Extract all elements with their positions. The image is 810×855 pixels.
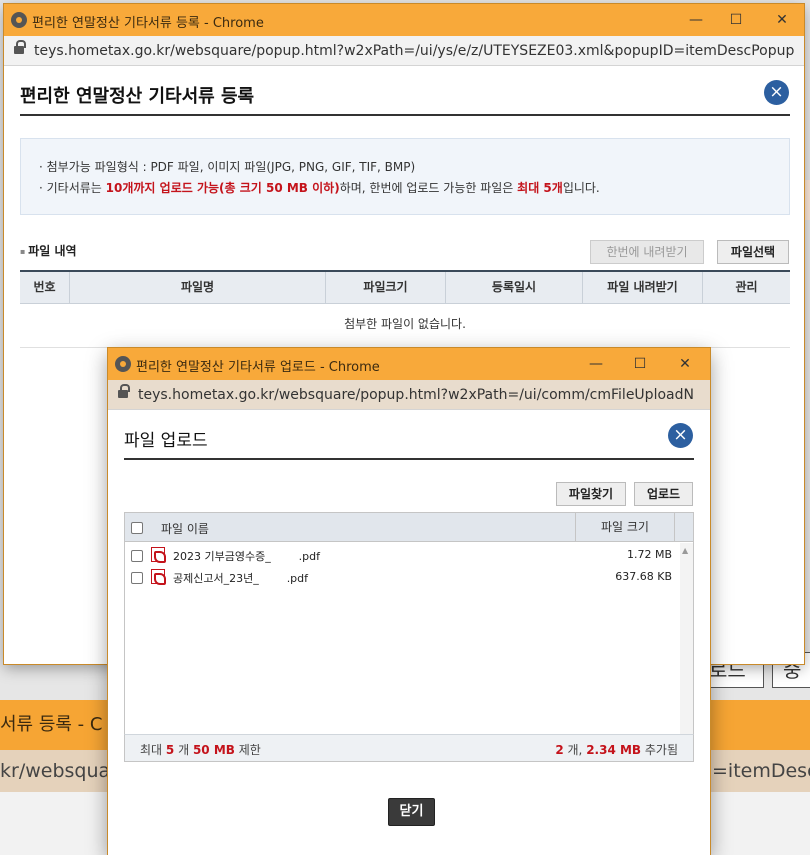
minimize-icon[interactable]: — — [584, 352, 608, 376]
file-size: 1.72 MB — [626, 548, 672, 561]
column-header: 번호 — [20, 272, 70, 303]
file-name: 공제신고서_23년_ .pdf — [173, 572, 309, 585]
page-title: 편리한 연말정산 기타서류 등록 — [20, 86, 255, 107]
upload-summary: 최대 5 개 50 MB 제한 2 개, 2.34 MB 추가됨 — [124, 734, 694, 762]
window-title: 편리한 연말정산 기타서류 등록 - Chrome — [32, 16, 264, 31]
added-summary: 2 개, 2.34 MB 추가됨 — [555, 743, 678, 757]
find-file-button[interactable]: 파일찾기 — [556, 482, 626, 506]
background-url-right: =itemDesc — [712, 760, 810, 782]
chrome-icon — [115, 356, 131, 372]
list-item[interactable]: 2023 기부금영수증_ .pdf 1.72 MB — [125, 545, 680, 567]
select-all-checkbox[interactable] — [131, 522, 143, 534]
section-title: 파일 내역 — [20, 242, 76, 259]
notice-line: · 기타서류는 10개까지 업로드 가능(총 크기 50 MB 이하)하며, 한… — [39, 181, 600, 195]
address-bar[interactable]: teys.hometax.go.kr/websquare/popup.html?… — [4, 36, 804, 66]
column-header: 파일 이름 — [161, 522, 209, 536]
column-header: 파일명 — [70, 272, 326, 303]
title-divider — [20, 114, 790, 116]
window-titlebar[interactable]: 편리한 연말정산 기타서류 업로드 - Chrome — ☐ ✕ — [108, 348, 710, 380]
file-upload-window: 편리한 연말정산 기타서류 업로드 - Chrome — ☐ ✕ teys.ho… — [108, 348, 710, 855]
file-list-header: 파일 이름 파일 크기 — [125, 513, 693, 542]
window-titlebar[interactable]: 편리한 연말정산 기타서류 등록 - Chrome — ☐ ✕ — [4, 4, 804, 36]
close-icon[interactable]: × — [668, 423, 693, 448]
column-header: 파일 내려받기 — [583, 272, 703, 303]
column-header: 파일크기 — [326, 272, 446, 303]
maximize-icon[interactable]: ☐ — [724, 8, 748, 32]
scroll-up-icon[interactable]: ▲ — [682, 546, 688, 555]
background-url-left: kr/websqua — [0, 760, 111, 782]
file-name: 2023 기부금영수증_ .pdf — [173, 550, 321, 563]
address-bar[interactable]: teys.hometax.go.kr/websquare/popup.html?… — [108, 380, 710, 410]
file-size: 637.68 KB — [615, 570, 672, 583]
upload-limit: 최대 5 개 50 MB 제한 — [140, 743, 261, 757]
column-header: 등록일시 — [446, 272, 583, 303]
close-icon[interactable]: ✕ — [770, 8, 794, 32]
page-title: 파일 업로드 — [124, 431, 208, 451]
upload-notice: · 첨부가능 파일형식 : PDF 파일, 이미지 파일(JPG, PNG, G… — [20, 138, 790, 215]
lock-icon — [14, 40, 26, 56]
notice-line: · 첨부가능 파일형식 : PDF 파일, 이미지 파일(JPG, PNG, G… — [39, 160, 416, 174]
close-icon[interactable]: ✕ — [673, 352, 697, 376]
empty-message: 첨부한 파일이 없습니다. — [20, 304, 790, 348]
pdf-icon — [151, 569, 166, 585]
pdf-icon — [151, 547, 166, 563]
scrollbar[interactable]: ▲ ▼ — [680, 543, 693, 761]
close-icon[interactable]: × — [764, 80, 789, 105]
list-item[interactable]: 공제신고서_23년_ .pdf 637.68 KB — [125, 567, 680, 589]
maximize-icon[interactable]: ☐ — [628, 352, 652, 376]
table-header: 번호 파일명 파일크기 등록일시 파일 내려받기 관리 — [20, 270, 790, 304]
window-title: 편리한 연말정산 기타서류 업로드 - Chrome — [136, 360, 380, 375]
title-divider — [124, 458, 694, 460]
chrome-icon — [11, 12, 27, 28]
column-header: 파일 크기 — [575, 513, 675, 541]
file-list: 파일 이름 파일 크기 2023 기부금영수증_ .pdf 1.72 MB 공제… — [124, 512, 694, 762]
file-checkbox[interactable] — [131, 550, 143, 562]
close-button[interactable]: 닫기 — [388, 798, 435, 826]
select-file-button[interactable]: 파일선택 — [717, 240, 789, 264]
lock-icon — [118, 384, 130, 400]
address-url: teys.hometax.go.kr/websquare/popup.html?… — [34, 43, 794, 59]
upload-button[interactable]: 업로드 — [634, 482, 693, 506]
download-all-button[interactable]: 한번에 내려받기 — [590, 240, 704, 264]
file-checkbox[interactable] — [131, 572, 143, 584]
minimize-icon[interactable]: — — [684, 8, 708, 32]
address-url: teys.hometax.go.kr/websquare/popup.html?… — [138, 387, 694, 403]
column-header: 관리 — [735, 280, 758, 294]
file-table: 번호 파일명 파일크기 등록일시 파일 내려받기 관리 첨부한 파일이 없습니다… — [20, 270, 790, 348]
